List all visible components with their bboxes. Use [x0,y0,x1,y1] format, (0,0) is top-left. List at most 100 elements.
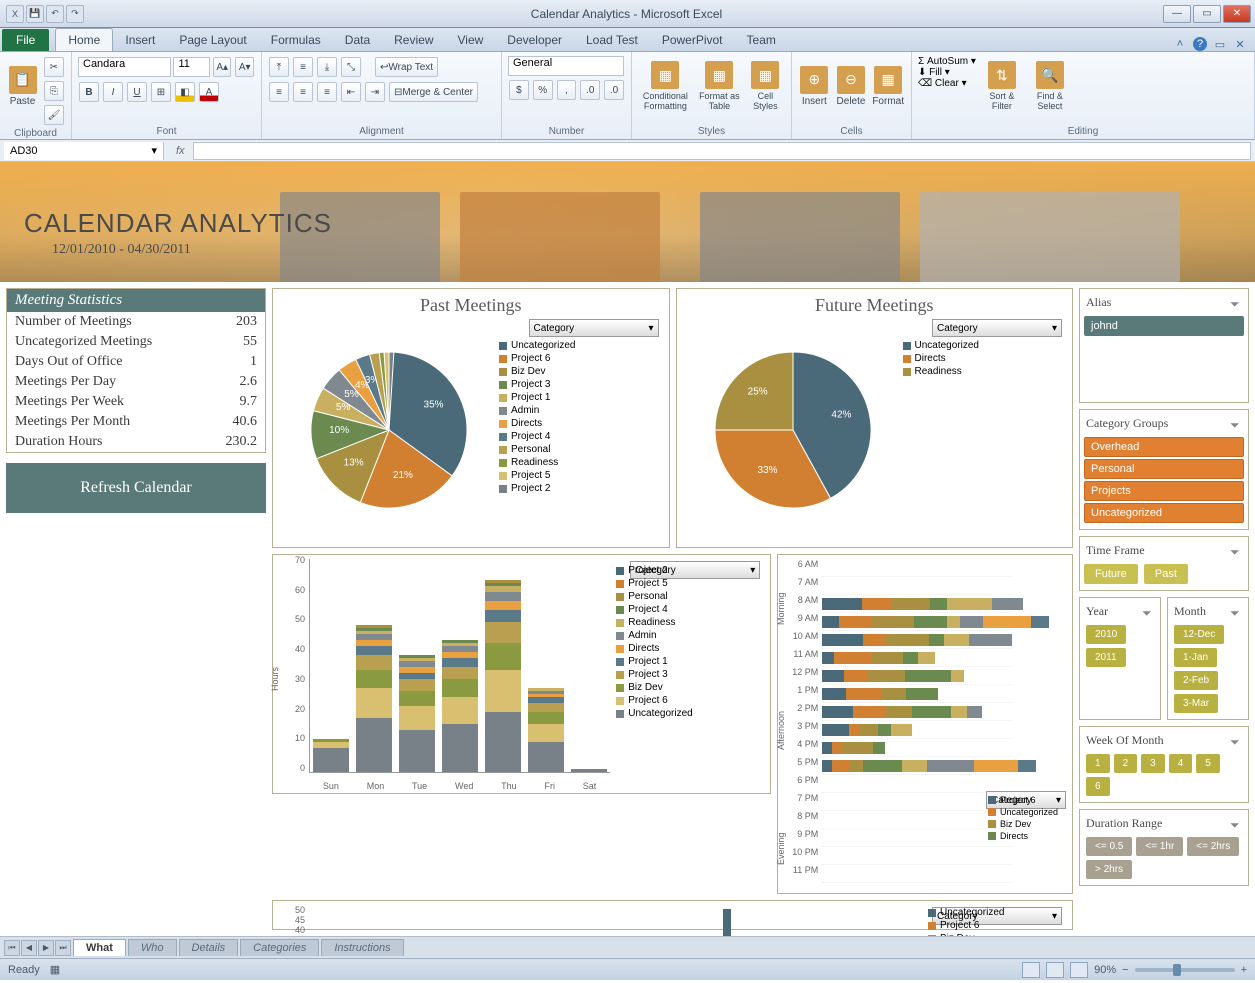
zoom-level[interactable]: 90% [1094,964,1116,976]
excel-icon[interactable]: X [6,5,24,23]
copy-icon[interactable]: ⎘ [44,81,64,101]
month-item[interactable]: 2-Feb [1174,671,1218,690]
week-slicer[interactable]: Week Of Month⏷ 123456 [1079,726,1249,803]
tab-team[interactable]: Team [735,29,788,51]
sheet-tab-categories[interactable]: Categories [240,939,319,956]
page-layout-view-button[interactable] [1046,962,1064,978]
file-tab[interactable]: File [2,29,49,51]
tab-formulas[interactable]: Formulas [259,29,333,51]
zoom-out-button[interactable]: − [1122,964,1128,976]
maximize-button[interactable]: ▭ [1193,5,1221,23]
align-left-icon[interactable]: ≡ [269,82,289,102]
font-name-select[interactable]: Candara [78,57,171,77]
month-slicer[interactable]: Month⏷ 12-Dec1-Jan2-Feb3-Mar [1167,597,1249,720]
formula-input[interactable] [193,142,1251,160]
sheet-tab-what[interactable]: What [73,939,126,956]
tab-review[interactable]: Review [382,29,445,51]
tab-developer[interactable]: Developer [495,29,574,51]
format-cells-button[interactable]: ▦Format [871,56,905,116]
minimize-ribbon-icon[interactable]: ˄ [1173,37,1187,51]
orientation-icon[interactable]: ⤡ [341,57,361,77]
future-meetings-chart[interactable]: Future Meetings Category▾ 42%33%25% Unca… [676,288,1074,548]
hourly-gantt-chart[interactable]: Morning Afternoon Evening Category▾ 6 AM… [777,554,1073,894]
tab-view[interactable]: View [446,29,496,51]
week-item[interactable]: 4 [1169,754,1193,773]
help-icon[interactable]: ? [1193,37,1207,51]
sheet-nav-prev[interactable]: ◀ [21,940,37,956]
month-item[interactable]: 12-Dec [1174,625,1224,644]
future-category-dropdown[interactable]: Category▾ [932,319,1062,337]
category-groups-slicer[interactable]: Category Groups⏷ OverheadPersonalProject… [1079,409,1249,530]
border-button[interactable]: ⊞ [151,82,171,102]
sheet-nav-next[interactable]: ▶ [38,940,54,956]
save-icon[interactable]: 💾 [26,5,44,23]
time-frame-slicer[interactable]: Time Frame⏷ Future Past [1079,536,1249,591]
clear-button[interactable]: ⌫ Clear ▾ [918,78,976,89]
percent-icon[interactable]: % [533,80,553,100]
fill-button[interactable]: ⬇ Fill ▾ [918,67,976,78]
month-item[interactable]: 3-Mar [1174,694,1218,713]
sheet-tab-details[interactable]: Details [179,939,239,956]
alias-slicer[interactable]: Alias⏷ johnd [1079,288,1249,403]
page-break-view-button[interactable] [1070,962,1088,978]
format-painter-icon[interactable]: 🖌 [44,105,64,125]
sheet-nav-first[interactable]: ⏮ [4,940,20,956]
week-item[interactable]: 2 [1114,754,1138,773]
week-item[interactable]: 1 [1086,754,1110,773]
tab-insert[interactable]: Insert [113,29,167,51]
tf-past[interactable]: Past [1144,564,1188,584]
macro-record-icon[interactable]: ▦ [50,963,60,976]
dur-item[interactable]: <= 2hrs [1187,837,1239,856]
decrease-indent-icon[interactable]: ⇤ [341,82,361,102]
name-box[interactable]: AD30▾ [4,142,164,160]
filter-icon[interactable]: ⏷ [1230,545,1242,557]
past-category-dropdown[interactable]: Category▾ [529,319,659,337]
refresh-calendar-button[interactable]: Refresh Calendar [6,463,266,513]
tab-data[interactable]: Data [333,29,382,51]
underline-button[interactable]: U [127,82,147,102]
catg-item[interactable]: Uncategorized [1084,503,1244,523]
decrease-decimal-icon[interactable]: .0 [604,80,624,100]
cut-icon[interactable]: ✂ [44,57,64,77]
sheet-tab-instructions[interactable]: Instructions [321,939,403,956]
filter-icon[interactable]: ⏷ [1230,818,1242,830]
align-center-icon[interactable]: ≡ [293,82,313,102]
filter-icon[interactable]: ⏷ [1230,297,1242,309]
catg-item[interactable]: Personal [1084,459,1244,479]
currency-icon[interactable]: $ [509,80,529,100]
fill-color-button[interactable]: ◧ [175,82,195,102]
font-size-select[interactable]: 11 [173,57,210,77]
wrap-text-button[interactable]: ↩ Wrap Text [375,57,438,77]
dur-item[interactable]: <= 1hr [1136,837,1183,856]
align-top-icon[interactable]: ⤒ [269,57,289,77]
tab-powerpivot[interactable]: PowerPivot [650,29,735,51]
insert-cells-button[interactable]: ⊕Insert [798,56,831,116]
normal-view-button[interactable] [1022,962,1040,978]
paste-button[interactable]: 📋 Paste [6,56,39,116]
dur-item[interactable]: <= 0.5 [1086,837,1132,856]
zoom-in-button[interactable]: + [1241,964,1247,976]
duration-slicer[interactable]: Duration Range⏷ <= 0.5<= 1hr<= 2hrs> 2hr… [1079,809,1249,886]
filter-icon[interactable]: ⏷ [1230,735,1242,747]
delete-cells-button[interactable]: ⊖Delete [835,56,868,116]
catg-item[interactable]: Projects [1084,481,1244,501]
week-item[interactable]: 6 [1086,777,1110,796]
filter-icon[interactable]: ⏷ [1142,606,1154,618]
fx-label[interactable]: fx [168,145,193,157]
merge-center-button[interactable]: ⊟ Merge & Center [389,82,478,102]
decrease-font-icon[interactable]: A▾ [235,57,254,77]
catg-item[interactable]: Overhead [1084,437,1244,457]
increase-font-icon[interactable]: A▴ [213,57,232,77]
align-middle-icon[interactable]: ≡ [293,57,313,77]
week-item[interactable]: 5 [1196,754,1220,773]
tab-page-layout[interactable]: Page Layout [167,29,258,51]
sheet-tab-who[interactable]: Who [128,939,177,956]
minimize-button[interactable]: — [1163,5,1191,23]
find-select-button[interactable]: 🔍Find & Select [1028,56,1072,116]
conditional-formatting-button[interactable]: ▦Conditional Formatting [638,56,693,116]
redo-icon[interactable]: ↷ [66,5,84,23]
alias-item-johnd[interactable]: johnd [1084,316,1244,336]
cell-styles-button[interactable]: ▦Cell Styles [746,56,785,116]
past-meetings-chart[interactable]: Past Meetings Category▾ 35%21%13%10%5%5%… [272,288,670,548]
dur-item[interactable]: > 2hrs [1086,860,1132,879]
